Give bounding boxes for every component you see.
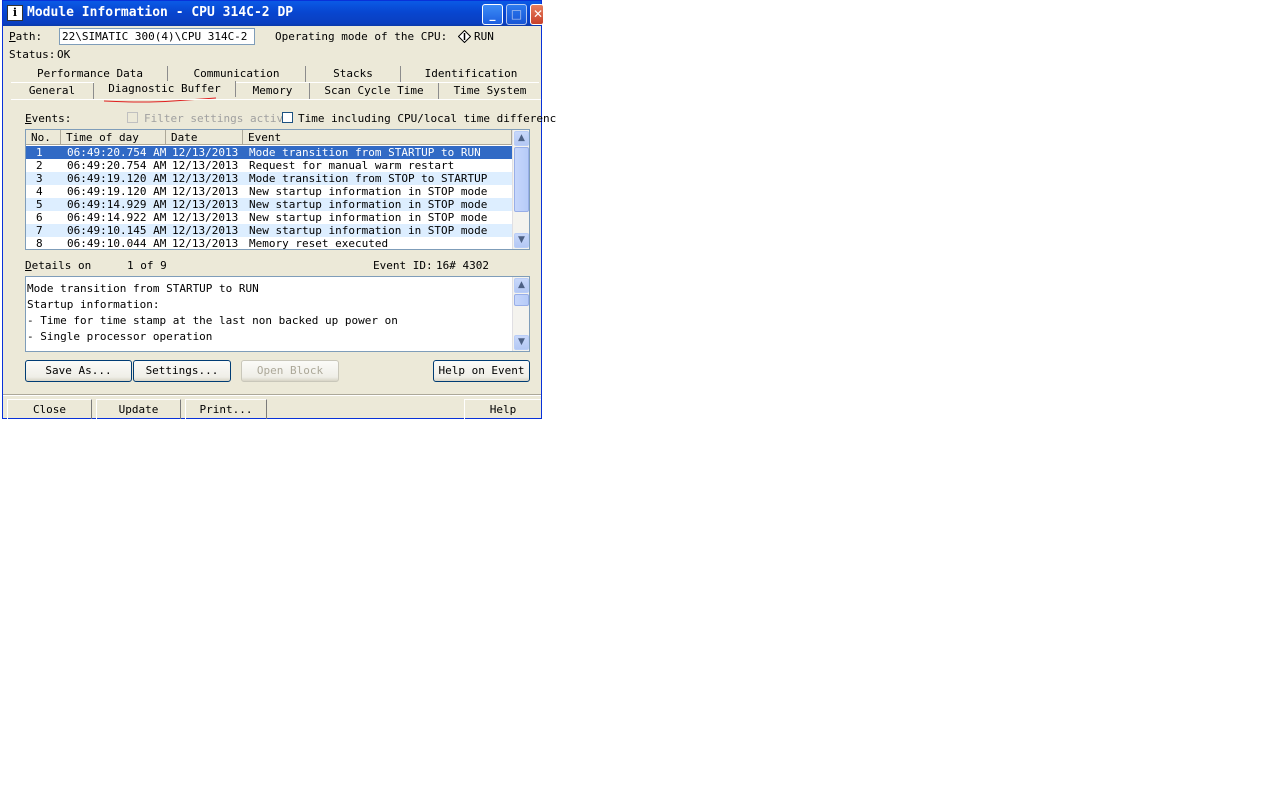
event-time: 06:49:19.120 AM (67, 172, 167, 185)
event-time: 06:49:14.922 AM (67, 211, 167, 224)
filter-settings-label: Filter settings activ (144, 112, 284, 125)
column-header-no[interactable]: No. (26, 130, 61, 145)
event-id-value: 16# 4302 (436, 259, 489, 272)
events-scrollbar[interactable]: ▲ ▼ (512, 130, 529, 249)
event-date: 12/13/2013 (172, 237, 239, 250)
help-on-event-button[interactable]: Help on Event (433, 360, 530, 382)
event-row[interactable]: 4 06:49:19.120 AM 12/13/2013 New startup… (26, 185, 512, 198)
minimize-button[interactable]: _ (482, 4, 503, 25)
event-no: 5 (36, 198, 43, 211)
footer-separator (3, 394, 541, 396)
event-no: 4 (36, 185, 43, 198)
tab-memory[interactable]: Memory (236, 83, 310, 99)
event-no: 6 (36, 211, 43, 224)
open-block-button[interactable]: Open Block (241, 360, 339, 382)
events-list[interactable]: No. Time of day Date Event 1 06:49:20.75… (25, 129, 530, 250)
event-date: 12/13/2013 (172, 172, 239, 185)
event-date: 12/13/2013 (172, 198, 239, 211)
filter-settings-checkbox[interactable] (127, 112, 138, 123)
event-text: New startup information in STOP mode (249, 185, 488, 198)
event-row[interactable]: 2 06:49:20.754 AM 12/13/2013 Request for… (26, 159, 512, 172)
scroll-thumb[interactable] (514, 294, 529, 306)
details-line: - Time for time stamp at the last non ba… (27, 314, 398, 327)
event-text: New startup information in STOP mode (249, 211, 488, 224)
event-date: 12/13/2013 (172, 211, 239, 224)
event-text: New startup information in STOP mode (249, 224, 488, 237)
event-date: 12/13/2013 (172, 224, 239, 237)
event-date: 12/13/2013 (172, 185, 239, 198)
event-time: 06:49:20.754 AM (67, 146, 167, 159)
column-header-date[interactable]: Date (166, 130, 243, 145)
settings-button[interactable]: Settings... (133, 360, 231, 382)
event-no: 1 (36, 146, 43, 159)
details-scrollbar[interactable]: ▲ ▼ (512, 277, 529, 351)
scroll-up-icon[interactable]: ▲ (514, 278, 529, 293)
tab-time-system[interactable]: Time System (439, 83, 541, 99)
tab-general[interactable]: General (11, 83, 94, 99)
event-no: 3 (36, 172, 43, 185)
close-button[interactable]: Close (7, 399, 92, 419)
operating-mode-label: Operating mode of the CPU: (275, 30, 448, 43)
module-information-window: i Module Information - CPU 314C-2 DP _ □… (2, 0, 556, 419)
status-value: OK (57, 48, 71, 61)
event-time: 06:49:10.145 AM (67, 224, 167, 237)
details-position: 1 of 9 (127, 259, 167, 272)
column-header-event[interactable]: Event (243, 130, 512, 145)
event-id-label: Event ID: (373, 259, 433, 272)
event-no: 7 (36, 224, 43, 237)
details-line: Startup information: (27, 298, 160, 311)
time-difference-label: Time including CPU/local time differenc (298, 112, 557, 125)
event-date: 12/13/2013 (172, 159, 239, 172)
tab-communication[interactable]: Communication (168, 66, 306, 82)
event-time: 06:49:10.044 AM (67, 237, 167, 250)
event-no: 2 (36, 159, 43, 172)
maximize-button[interactable]: □ (506, 4, 527, 25)
event-text: New startup information in STOP mode (249, 198, 488, 211)
scroll-down-icon[interactable]: ▼ (514, 335, 529, 350)
scroll-thumb[interactable] (514, 147, 529, 212)
details-label: Details on (25, 259, 92, 272)
event-no: 8 (36, 237, 43, 250)
event-text: Mode transition from STOP to STARTUP (249, 172, 488, 185)
details-line: - Single processor operation (27, 330, 213, 343)
close-icon[interactable]: ✕ (530, 4, 544, 25)
event-time: 06:49:20.754 AM (67, 159, 167, 172)
details-line: Mode transition from STARTUP to RUN (27, 282, 259, 295)
run-mode-icon (458, 30, 471, 43)
path-field[interactable]: 22\SIMATIC 300(4)\CPU 314C-2 DP (59, 28, 255, 45)
info-icon: i (7, 5, 23, 21)
event-row[interactable]: 6 06:49:14.922 AM 12/13/2013 New startup… (26, 211, 512, 224)
event-text: Request for manual warm restart (249, 159, 455, 172)
event-time: 06:49:14.929 AM (67, 198, 167, 211)
event-row[interactable]: 7 06:49:10.145 AM 12/13/2013 New startup… (26, 224, 512, 237)
time-difference-checkbox[interactable] (282, 112, 293, 123)
title-bar[interactable]: i Module Information - CPU 314C-2 DP _ □… (3, 1, 544, 26)
event-row[interactable]: 5 06:49:14.929 AM 12/13/2013 New startup… (26, 198, 512, 211)
column-header-time[interactable]: Time of day (61, 130, 166, 145)
event-text: Memory reset executed (249, 237, 389, 250)
event-date: 12/13/2013 (172, 146, 239, 159)
tab-stacks[interactable]: Stacks (306, 66, 401, 82)
scroll-up-icon[interactable]: ▲ (514, 131, 529, 146)
event-row[interactable]: 3 06:49:19.120 AM 12/13/2013 Mode transi… (26, 172, 512, 185)
print-button[interactable]: Print... (185, 399, 267, 419)
event-time: 06:49:19.120 AM (67, 185, 167, 198)
status-label: Status: (9, 48, 56, 61)
tab-scan-cycle-time[interactable]: Scan Cycle Time (310, 83, 439, 99)
details-text-box[interactable]: Mode transition from STARTUP to RUN Star… (25, 276, 530, 352)
scroll-down-icon[interactable]: ▼ (514, 233, 529, 248)
window-title: Module Information - CPU 314C-2 DP (27, 5, 294, 20)
event-row[interactable]: 8 06:49:10.044 AM 12/13/2013 Memory rese… (26, 237, 512, 250)
path-label: Path: (9, 30, 43, 43)
update-button[interactable]: Update (96, 399, 181, 419)
events-label: Events: (25, 112, 72, 125)
event-row[interactable]: 1 06:49:20.754 AM 12/13/2013 Mode transi… (26, 146, 512, 159)
tab-performance-data[interactable]: Performance Data (13, 66, 168, 82)
operating-mode-value: RUN (474, 30, 494, 43)
tab-identification[interactable]: Identification (401, 66, 541, 82)
help-button[interactable]: Help (464, 399, 541, 419)
event-text: Mode transition from STARTUP to RUN (249, 146, 481, 159)
tab-diagnostic-buffer[interactable]: Diagnostic Buffer (94, 81, 236, 97)
save-as-button[interactable]: Save As... (25, 360, 132, 382)
